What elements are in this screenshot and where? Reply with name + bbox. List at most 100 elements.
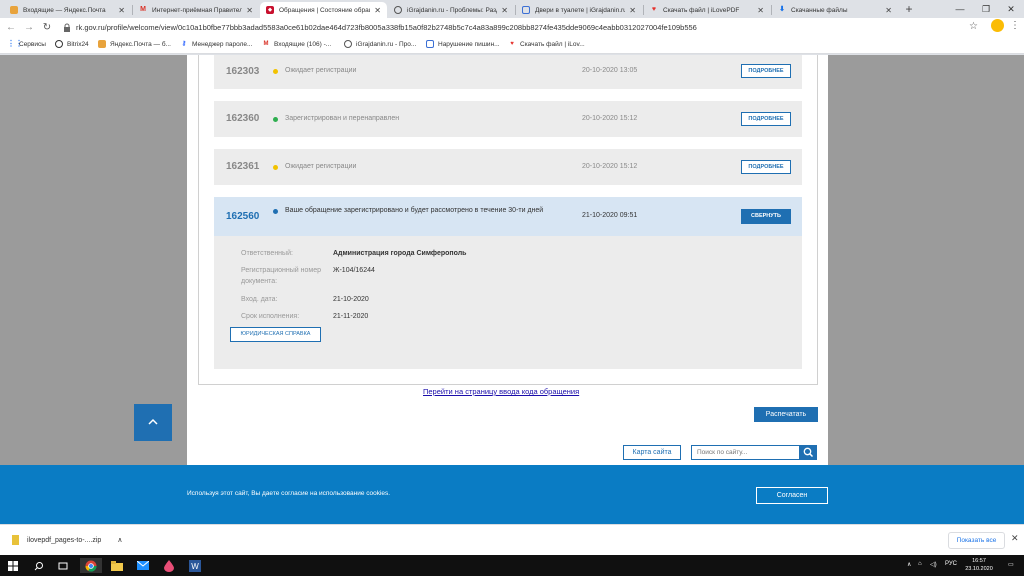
site-search-input[interactable] [691,445,800,460]
due-date-value: 21-11-2020 [333,313,369,320]
browser-menu-icon[interactable]: ⋮ [1010,20,1020,31]
appeal-number: 162303 [226,66,260,77]
details-button[interactable]: ПОДРОБНЕЕ [741,160,791,174]
windows-taskbar: W ∧ ⌂ ◁) РУС 16:57 23.10.2020 ▭ [0,555,1024,576]
bookmark-bitrix[interactable]: Bitrix24 [55,40,89,48]
appeal-row: 162361 Ожидает регистрации 20-10-2020 15… [214,149,802,185]
bookmark-password-manager[interactable]: ⚷ Менеджер пароле... [180,40,253,48]
chrome-icon[interactable] [80,558,102,573]
search-icon [803,447,814,458]
show-all-downloads-button[interactable]: Показать все [948,532,1005,549]
cookie-banner: Используя этот сайт, Вы даете согласие н… [0,465,1024,524]
heart-icon: ♥ [510,41,514,47]
sitemap-button[interactable]: Карта сайта [623,445,681,460]
close-icon[interactable]: ✕ [757,6,764,15]
browser-tab-bar: Входящие — Яндекс.Почта ✕ M Интернет-при… [0,0,1024,18]
tab-igrajdanin-doors[interactable]: Двери в туалете | iGrajdanin.ru ✕ [516,2,642,18]
language-indicator[interactable]: РУС [945,561,957,567]
clock-time: 16:57 [972,558,986,564]
mail-app-icon[interactable] [135,558,150,573]
zip-file-icon [12,535,19,545]
close-icon[interactable]: ✕ [374,6,381,15]
task-view-icon[interactable] [55,558,70,573]
bookmark-ilovepdf[interactable]: ♥ Скачать файл | iLov... [508,40,585,48]
windows-start-icon[interactable] [5,558,20,573]
doc-icon [522,6,530,14]
tab-yandex-mail[interactable]: Входящие — Яндекс.Почта ✕ [4,2,131,18]
word-icon[interactable]: W [187,558,202,573]
forward-button[interactable]: → [22,21,36,35]
close-icon[interactable]: ✕ [629,6,636,15]
close-icon[interactable]: ✕ [885,6,892,15]
bookmark-services[interactable]: ⋮⋮ Сервисы [7,40,46,48]
scroll-to-top-button[interactable] [134,404,172,441]
tab-title: Двери в туалете | iGrajdanin.ru [535,6,626,14]
close-icon[interactable]: ✕ [1011,533,1019,544]
gmail-icon: M [263,41,269,47]
regnum-label: Регистрационный номер документа: [241,267,321,285]
window-close-button[interactable]: ✕ [998,0,1024,18]
download-item[interactable]: ilovepdf_pages-to-....zip ∧ [12,535,122,545]
status-dot-icon [273,209,278,214]
search-button[interactable] [800,445,817,460]
responsible-value: Администрация города Симферополь [333,250,467,257]
reload-button[interactable]: ↻ [40,21,54,35]
shield-icon: ◆ [266,6,274,14]
tab-title: Скачать файл | iLovePDF [663,6,740,14]
tab-ilovepdf[interactable]: ♥ Скачать файл | iLovePDF ✕ [644,2,770,18]
restore-button[interactable]: ❐ [973,0,999,18]
bookmark-label: Сервисы [19,40,46,48]
cookie-accept-button[interactable]: Согласен [756,487,828,504]
bookmarks-bar: ⋮⋮ Сервисы Bitrix24 Яндекс.Почта — б... … [0,38,1024,54]
volume-icon[interactable]: ◁) [930,561,937,568]
lock-icon [64,23,70,32]
minimize-button[interactable]: — [947,0,973,18]
system-clock[interactable]: 16:57 23.10.2020 [963,557,995,573]
close-icon[interactable]: ✕ [501,6,508,15]
chevron-up-icon[interactable]: ∧ [117,536,122,544]
bookmark-label: Скачать файл | iLov... [520,40,585,48]
status-dot-icon [273,69,278,74]
appeal-status: Ваше обращение зарегистрировано и будет … [285,207,544,214]
bookmark-label: Bitrix24 [67,40,89,48]
file-explorer-icon[interactable] [109,558,124,573]
appeal-details-panel: Ответственный: Администрация города Симф… [214,236,802,369]
bookmark-yandex-mail[interactable]: Яндекс.Почта — б... [98,40,171,48]
bookmark-label: iGrajdanin.ru - Про... [356,40,417,48]
gmail-icon: M [140,6,146,13]
due-date-label: Срок исполнения: [241,313,300,320]
details-button[interactable]: ПОДРОБНЕЕ [741,64,791,78]
print-button[interactable]: Распечатать [754,407,818,422]
search-icon[interactable] [31,558,46,573]
back-button[interactable]: ← [4,21,18,35]
bookmark-star-icon[interactable]: ☆ [969,21,978,32]
tab-downloads[interactable]: ⬇ Скачанные файлы ✕ [772,2,898,18]
address-bar: ← → ↻ rk.gov.ru/profile/welcome/view/0c1… [0,18,1024,38]
new-tab-button[interactable]: + [903,2,915,16]
bookmark-igrajdanin[interactable]: iGrajdanin.ru - Про... [344,40,416,48]
drop-app-icon[interactable] [161,558,176,573]
bookmark-gmail-inbox[interactable]: M Входящие (106) -... [262,40,332,48]
goto-code-entry-link[interactable]: Перейти на страницу ввода кода обращения [423,387,579,396]
collapse-button[interactable]: СВЕРНУТЬ [741,209,791,224]
chevron-up-icon [148,418,158,425]
bookmark-violation[interactable]: Нарушение пишин... [426,40,500,48]
appeal-number: 162560 [226,211,260,222]
url-field[interactable]: rk.gov.ru/profile/welcome/view/0c10a1b0f… [58,20,1008,36]
tab-igrajdanin-problems[interactable]: iGrajdanin.ru - Проблемы: Разд ✕ [388,2,514,18]
bitrix-icon [55,40,63,48]
bookmark-label: Яндекс.Почта — б... [110,40,171,48]
tab-gov-reception[interactable]: M Интернет-приёмная Правительс ✕ [133,2,259,18]
notifications-icon[interactable]: ▭ [1008,561,1014,568]
appeal-date: 20-10-2020 15:12 [582,163,638,170]
network-icon[interactable]: ⌂ [918,561,922,567]
tray-chevron-icon[interactable]: ∧ [907,561,911,568]
appeal-date: 21-10-2020 09:51 [582,212,638,219]
key-icon: ⚷ [181,41,187,47]
details-button[interactable]: ПОДРОБНЕЕ [741,112,791,126]
extension-icon[interactable] [991,19,1004,32]
legal-info-button[interactable]: ЮРИДИЧЕСКАЯ СПРАВКА [230,327,321,342]
tab-appeals-status[interactable]: ◆ Обращения | Состояние обращ ✕ [260,2,387,18]
close-icon[interactable]: ✕ [246,6,253,15]
close-icon[interactable]: ✕ [118,6,125,15]
